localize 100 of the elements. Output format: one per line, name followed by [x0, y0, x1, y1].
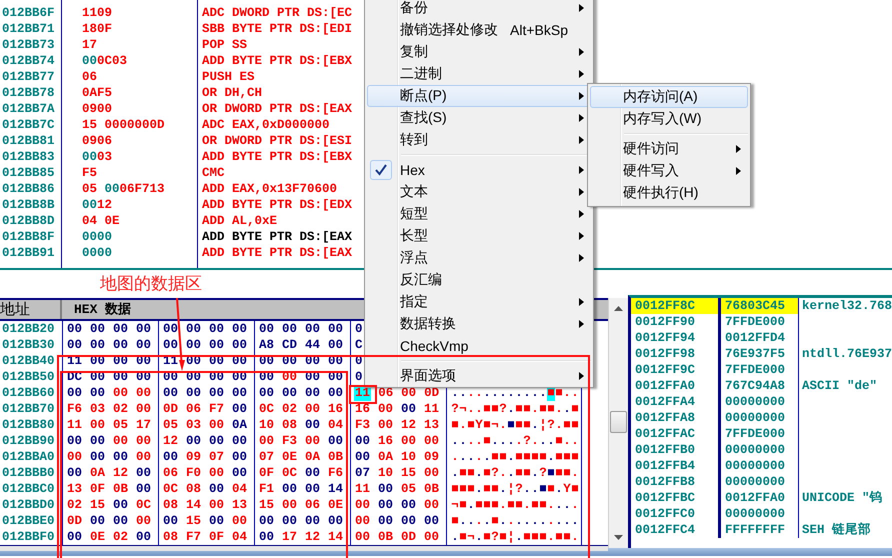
value-cell: 0012FFD4	[720, 330, 799, 346]
hex-byte: 07	[354, 465, 372, 481]
menu-item[interactable]: Hex	[367, 159, 591, 181]
comment-cell: ntdll.76E937	[802, 347, 892, 361]
scroll-down-icon[interactable]	[614, 535, 624, 540]
hex-byte: 03	[185, 417, 202, 433]
hex-byte: 0F	[258, 465, 276, 481]
hex-byte: 14	[327, 529, 344, 545]
hex-byte: 0D	[162, 401, 180, 417]
address-cell: 012BB8D	[2, 213, 55, 229]
address-cell: 012BB71	[2, 21, 55, 37]
menu-item[interactable]: CheckVmp	[367, 335, 591, 357]
hex-byte: 00	[423, 465, 440, 481]
hex-byte: 0B	[112, 481, 130, 497]
instruction-cell: OR DWORD PTR DS:[EAX	[202, 101, 352, 117]
hex-byte: 08	[162, 529, 180, 545]
hex-byte: 02	[66, 497, 84, 513]
hex-byte: 00	[135, 481, 152, 497]
hex-byte: 00	[400, 497, 418, 513]
menu-item[interactable]: 复制	[367, 41, 591, 63]
menu-item[interactable]: 查找(S)	[367, 107, 591, 129]
hex-byte: 00	[231, 465, 248, 481]
hex-byte: 06	[304, 497, 322, 513]
instruction-cell: CMC	[202, 165, 225, 181]
menu-item[interactable]: 反汇编	[367, 269, 591, 291]
menu-item[interactable]: 长型	[367, 225, 591, 247]
menu-item[interactable]: 备份	[367, 0, 591, 19]
menu-item[interactable]: 转到	[367, 129, 591, 151]
menu-item[interactable]: 浮点	[367, 247, 591, 269]
hex-byte: 00	[281, 497, 298, 513]
hex-byte: 00	[377, 417, 394, 433]
menu-item[interactable]: 数据转换	[367, 313, 591, 335]
hex-byte: 00	[208, 337, 226, 353]
address-cell: 0012FF98	[630, 346, 721, 362]
comment-cell: kernel32.768	[802, 299, 892, 313]
hex-byte: 0C	[258, 401, 276, 417]
hex-dump-cell: 0012	[82, 197, 112, 213]
scrollbar-thumb[interactable]	[610, 411, 628, 433]
instruction-cell: ADD BYTE PTR DS:[EBX	[202, 149, 352, 165]
value-cell: 76803C45	[720, 298, 799, 314]
hex-byte: 00	[304, 433, 322, 449]
address-cell-text: 012BBA0	[1, 449, 56, 465]
menu-item[interactable]: 文本	[367, 181, 591, 203]
hex-byte: 16	[377, 433, 394, 449]
hex-byte: 00	[135, 433, 152, 449]
hex-byte: CD	[281, 337, 298, 353]
hex-byte: 04	[327, 417, 344, 433]
hex-byte: 00	[89, 513, 106, 529]
hex-byte: 00	[112, 433, 130, 449]
hex-byte: 00	[162, 449, 180, 465]
hex-byte: 09	[185, 449, 202, 465]
value-cell: 76E937F5	[720, 346, 799, 362]
hex-byte: 00	[377, 497, 394, 513]
instruction-cell: PUSH ES	[202, 69, 255, 85]
hex-byte: 00	[208, 433, 226, 449]
instruction-cell: SBB BYTE PTR DS:[EDI	[202, 21, 352, 37]
hex-byte: F3	[281, 433, 298, 449]
hex-byte: 00	[135, 465, 152, 481]
hex-byte: 00	[112, 513, 130, 529]
column-header[interactable]: 地址	[0, 300, 62, 319]
value-cell: 0012FFA0	[720, 490, 799, 506]
hex-byte: 00	[281, 385, 298, 401]
hex-byte: 44	[304, 337, 322, 353]
value-cell: 00000000	[720, 410, 799, 426]
hex-byte: 00	[185, 337, 202, 353]
scroll-up-icon[interactable]	[614, 306, 624, 311]
hex-byte: 00	[400, 385, 418, 401]
menu-item[interactable]: 硬件执行(H)	[590, 182, 748, 204]
hex-byte: 00	[135, 513, 152, 529]
menu-item[interactable]: 短型	[367, 203, 591, 225]
hex-byte: 0B	[423, 481, 440, 497]
value-cell: 00000000	[720, 474, 799, 490]
menu-item[interactable]: 硬件写入	[590, 160, 748, 182]
hex-byte: 00	[185, 385, 202, 401]
hex-byte: 16	[354, 401, 372, 417]
comment-cell: ASCII "de"	[802, 379, 877, 393]
hex-byte: 14	[185, 497, 202, 513]
scrollbar[interactable]	[608, 298, 628, 548]
address-cell: 0012FF8C	[630, 298, 721, 314]
menu-item[interactable]: 界面选项	[367, 365, 591, 387]
address-cell: 0012FFC0	[630, 506, 721, 522]
menu-item[interactable]: 二进制	[367, 63, 591, 85]
value-cell: 00000000	[720, 458, 799, 474]
comment-cell: UNICODE "钨	[802, 491, 882, 505]
menu-item[interactable]: 硬件访问	[590, 138, 748, 160]
comment-cell: SEH 链尾部	[802, 523, 871, 537]
hex-byte: 0	[354, 321, 364, 337]
menu-item[interactable]: 撤销选择处修改 Alt+BkSp	[367, 19, 591, 41]
hex-dump-cell: 06	[82, 69, 98, 85]
instruction-cell: ADD BYTE PTR DS:[EDX	[202, 197, 352, 213]
hex-byte: 08	[281, 417, 298, 433]
menu-item[interactable]: 内存访问(A)	[590, 86, 748, 108]
instruction-cell: ADD AL,0xE	[202, 213, 278, 229]
hex-byte: 0A	[231, 417, 248, 433]
menu-item[interactable]: 内存写入(W)	[590, 108, 748, 130]
address-cell: 0012FFA4	[630, 394, 721, 410]
hex-byte: 0E	[327, 497, 344, 513]
hex-byte: 00	[423, 529, 440, 545]
hex-byte: 00	[304, 321, 322, 337]
menu-item[interactable]: 指定	[367, 291, 591, 313]
